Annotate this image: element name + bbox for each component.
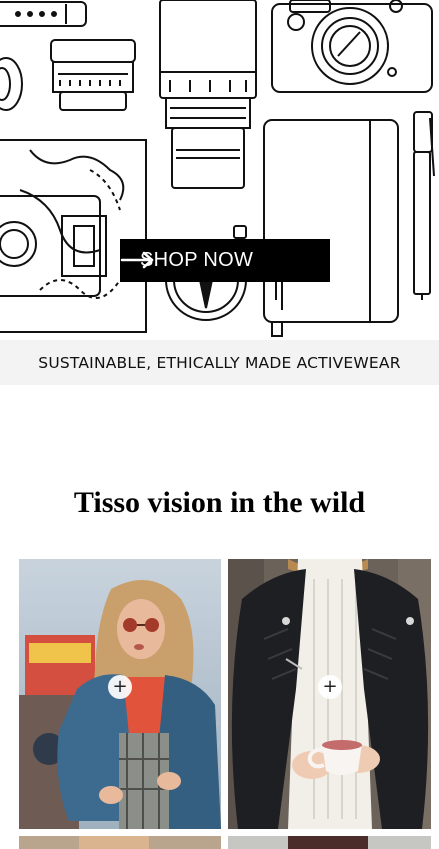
gallery-item[interactable] <box>228 836 431 849</box>
travel-illustration <box>0 0 435 337</box>
add-plus-icon[interactable]: + <box>318 675 342 699</box>
announcement-banner: SUSTAINABLE, ETHICALLY MADE ACTIVEWEAR <box>0 340 439 385</box>
shop-now-label: SHOP NOW <box>140 249 254 271</box>
gallery-photo-partial <box>19 836 221 849</box>
gallery-item[interactable]: + <box>19 559 221 829</box>
hero-banner: SHOP NOW <box>0 0 439 340</box>
gallery-item[interactable]: + <box>228 559 431 829</box>
gallery-photo-partial <box>228 836 431 849</box>
gallery-item[interactable] <box>19 836 221 849</box>
shop-now-button[interactable]: SHOP NOW <box>120 239 330 282</box>
add-plus-icon[interactable]: + <box>108 675 132 699</box>
arrow-right-icon <box>120 251 154 269</box>
gallery-title: Tisso vision in the wild <box>73 486 366 519</box>
banner-text: SUSTAINABLE, ETHICALLY MADE ACTIVEWEAR <box>38 353 401 372</box>
